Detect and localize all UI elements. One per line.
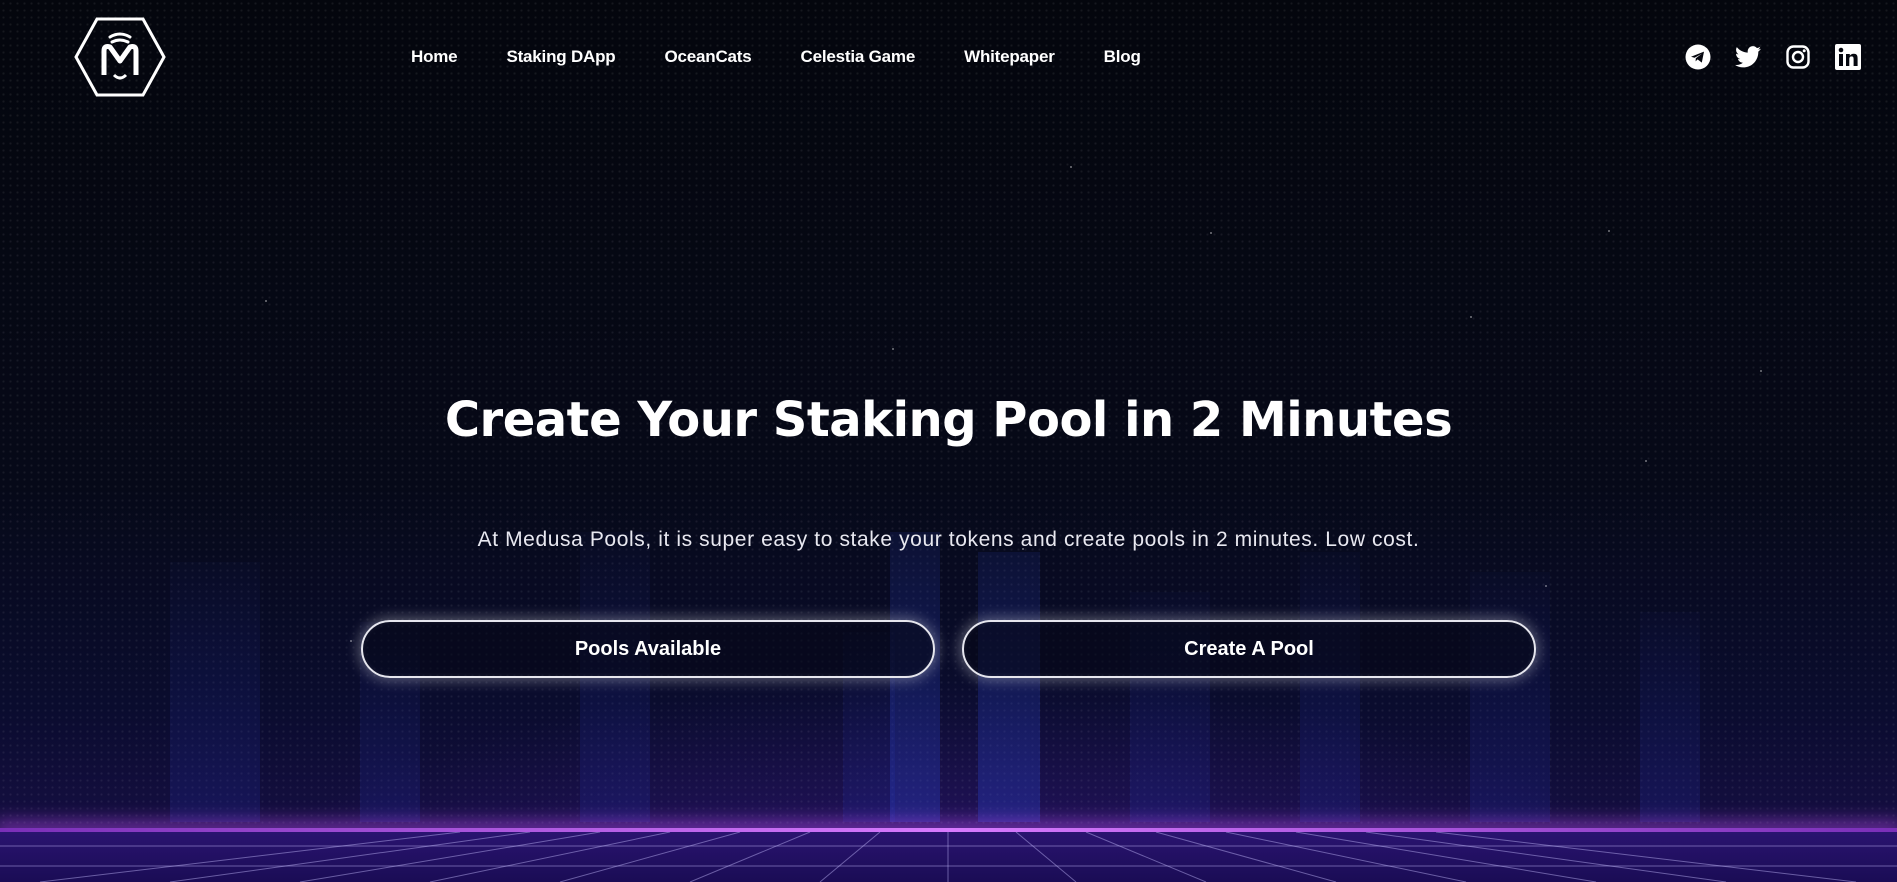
nav-whitepaper[interactable]: Whitepaper (964, 47, 1055, 71)
create-pool-button[interactable]: Create A Pool (962, 620, 1536, 678)
grid-floor (0, 832, 1897, 882)
nav-home[interactable]: Home (411, 47, 458, 71)
instagram-icon[interactable] (1785, 44, 1811, 70)
site-header: Home Staking DApp OceanCats Celestia Gam… (0, 0, 1897, 115)
nav-staking-dapp[interactable]: Staking DApp (506, 47, 615, 71)
nav-blog[interactable]: Blog (1104, 47, 1141, 71)
nav-celestia-game[interactable]: Celestia Game (801, 47, 916, 71)
pools-available-button[interactable]: Pools Available (361, 620, 935, 678)
nav-oceancats[interactable]: OceanCats (664, 47, 751, 71)
telegram-icon[interactable] (1685, 44, 1711, 70)
hero-title: Create Your Staking Pool in 2 Minutes (444, 392, 1453, 448)
main-nav: Home Staking DApp OceanCats Celestia Gam… (411, 47, 1141, 71)
twitter-icon[interactable] (1735, 44, 1761, 70)
social-links (1685, 44, 1861, 70)
page: Home Staking DApp OceanCats Celestia Gam… (0, 0, 1897, 882)
hero-subtitle: At Medusa Pools, it is super easy to sta… (477, 528, 1420, 551)
medusa-logo-icon[interactable] (74, 17, 166, 97)
linkedin-icon[interactable] (1835, 44, 1861, 70)
